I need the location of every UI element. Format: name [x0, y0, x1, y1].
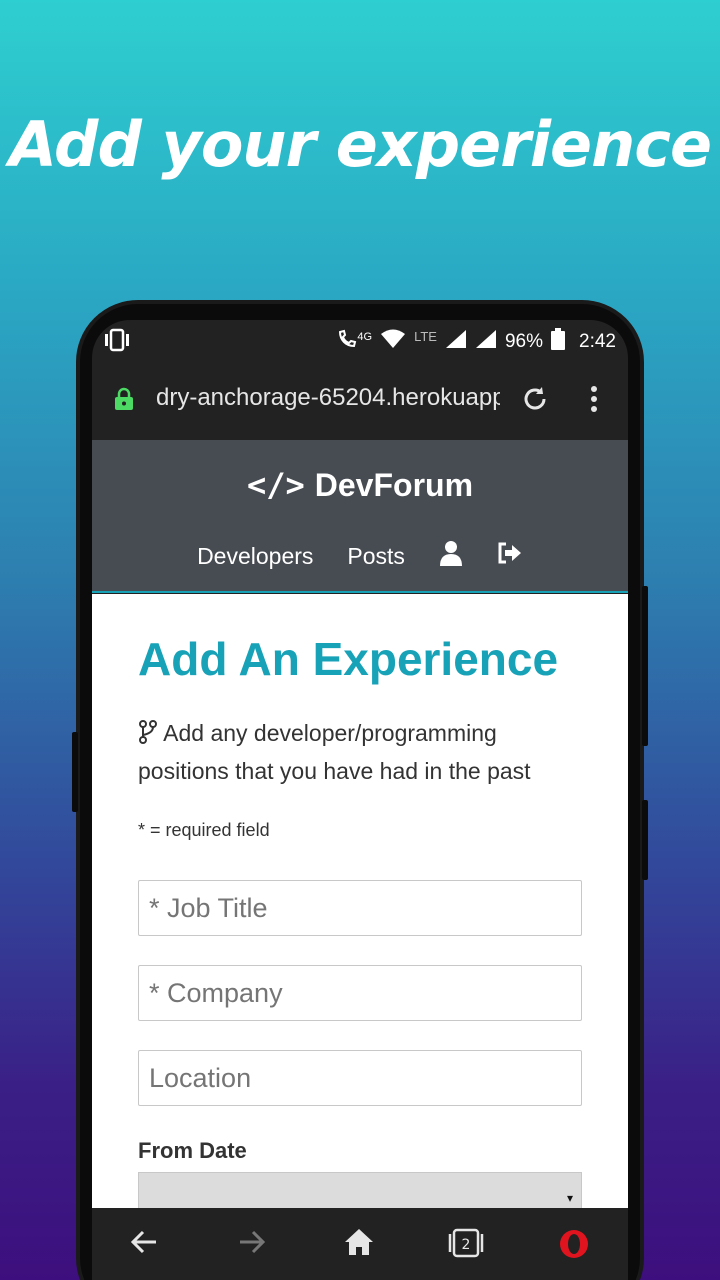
back-arrow-icon[interactable]: [130, 1228, 158, 1261]
phone-side-button: [642, 586, 648, 746]
user-icon[interactable]: [439, 540, 463, 572]
status-right: 4G LTE 96% 2:42: [337, 328, 616, 356]
dropdown-arrow-icon: ▾: [566, 1191, 573, 1205]
code-icon: </>: [246, 466, 305, 504]
vibrate-icon: [104, 328, 130, 358]
nav-developers[interactable]: Developers: [197, 543, 313, 570]
lead-text-label: Add any developer/programming positions …: [138, 720, 531, 784]
lead-text: Add any developer/programming positions …: [138, 714, 578, 790]
lte-label: LTE: [414, 328, 437, 344]
reload-icon[interactable]: [520, 384, 550, 419]
status-bar: 4G LTE 96% 2:42: [92, 320, 628, 360]
location-input[interactable]: [138, 1050, 582, 1106]
promo-title: Add your experience: [8, 108, 712, 181]
from-date-select[interactable]: ▾: [138, 1172, 582, 1212]
page-content: Add An Experience Add any developer/prog…: [92, 594, 628, 1212]
battery-percent: 96%: [504, 331, 544, 352]
more-options-icon[interactable]: [590, 384, 598, 419]
page-heading: Add An Experience: [138, 633, 559, 685]
opera-menu-icon[interactable]: [558, 1228, 590, 1265]
url-text[interactable]: dry-anchorage-65204.herokuapp: [156, 384, 500, 412]
wifi-icon: [380, 329, 406, 355]
cell-signal-icon: [475, 329, 497, 355]
network-type: 4G: [357, 331, 373, 343]
home-icon[interactable]: [344, 1228, 374, 1261]
clock: 2:42: [579, 331, 616, 352]
tab-count: 2: [462, 1237, 471, 1253]
tabs-icon[interactable]: 2: [448, 1228, 484, 1263]
lock-icon: [114, 387, 134, 416]
required-note: * = required field: [138, 820, 270, 840]
phone-side-button: [72, 732, 78, 812]
main-nav: Developers Posts: [92, 540, 628, 572]
phone-screen: 4G LTE 96% 2:42 dry-anchorage-65204.hero…: [92, 320, 628, 1280]
sign-out-icon[interactable]: [497, 542, 523, 570]
company-input[interactable]: [138, 965, 582, 1021]
forward-arrow-icon[interactable]: [238, 1228, 266, 1261]
code-branch-icon: [138, 720, 163, 746]
call-signal-icon: [337, 329, 357, 355]
browser-url-bar: dry-anchorage-65204.herokuapp: [92, 360, 628, 440]
job-title-input[interactable]: [138, 880, 582, 936]
site-header: </> DevForum Developers Posts: [92, 440, 628, 593]
brand-name: DevForum: [314, 467, 474, 503]
nav-posts[interactable]: Posts: [347, 543, 405, 570]
browser-bottom-bar: 2: [92, 1208, 628, 1280]
brand-logo[interactable]: </> DevForum: [92, 466, 628, 504]
battery-icon: [551, 328, 566, 356]
phone-side-button: [642, 800, 648, 880]
cell-signal-icon: [445, 329, 467, 355]
from-date-label: From Date: [138, 1138, 247, 1163]
